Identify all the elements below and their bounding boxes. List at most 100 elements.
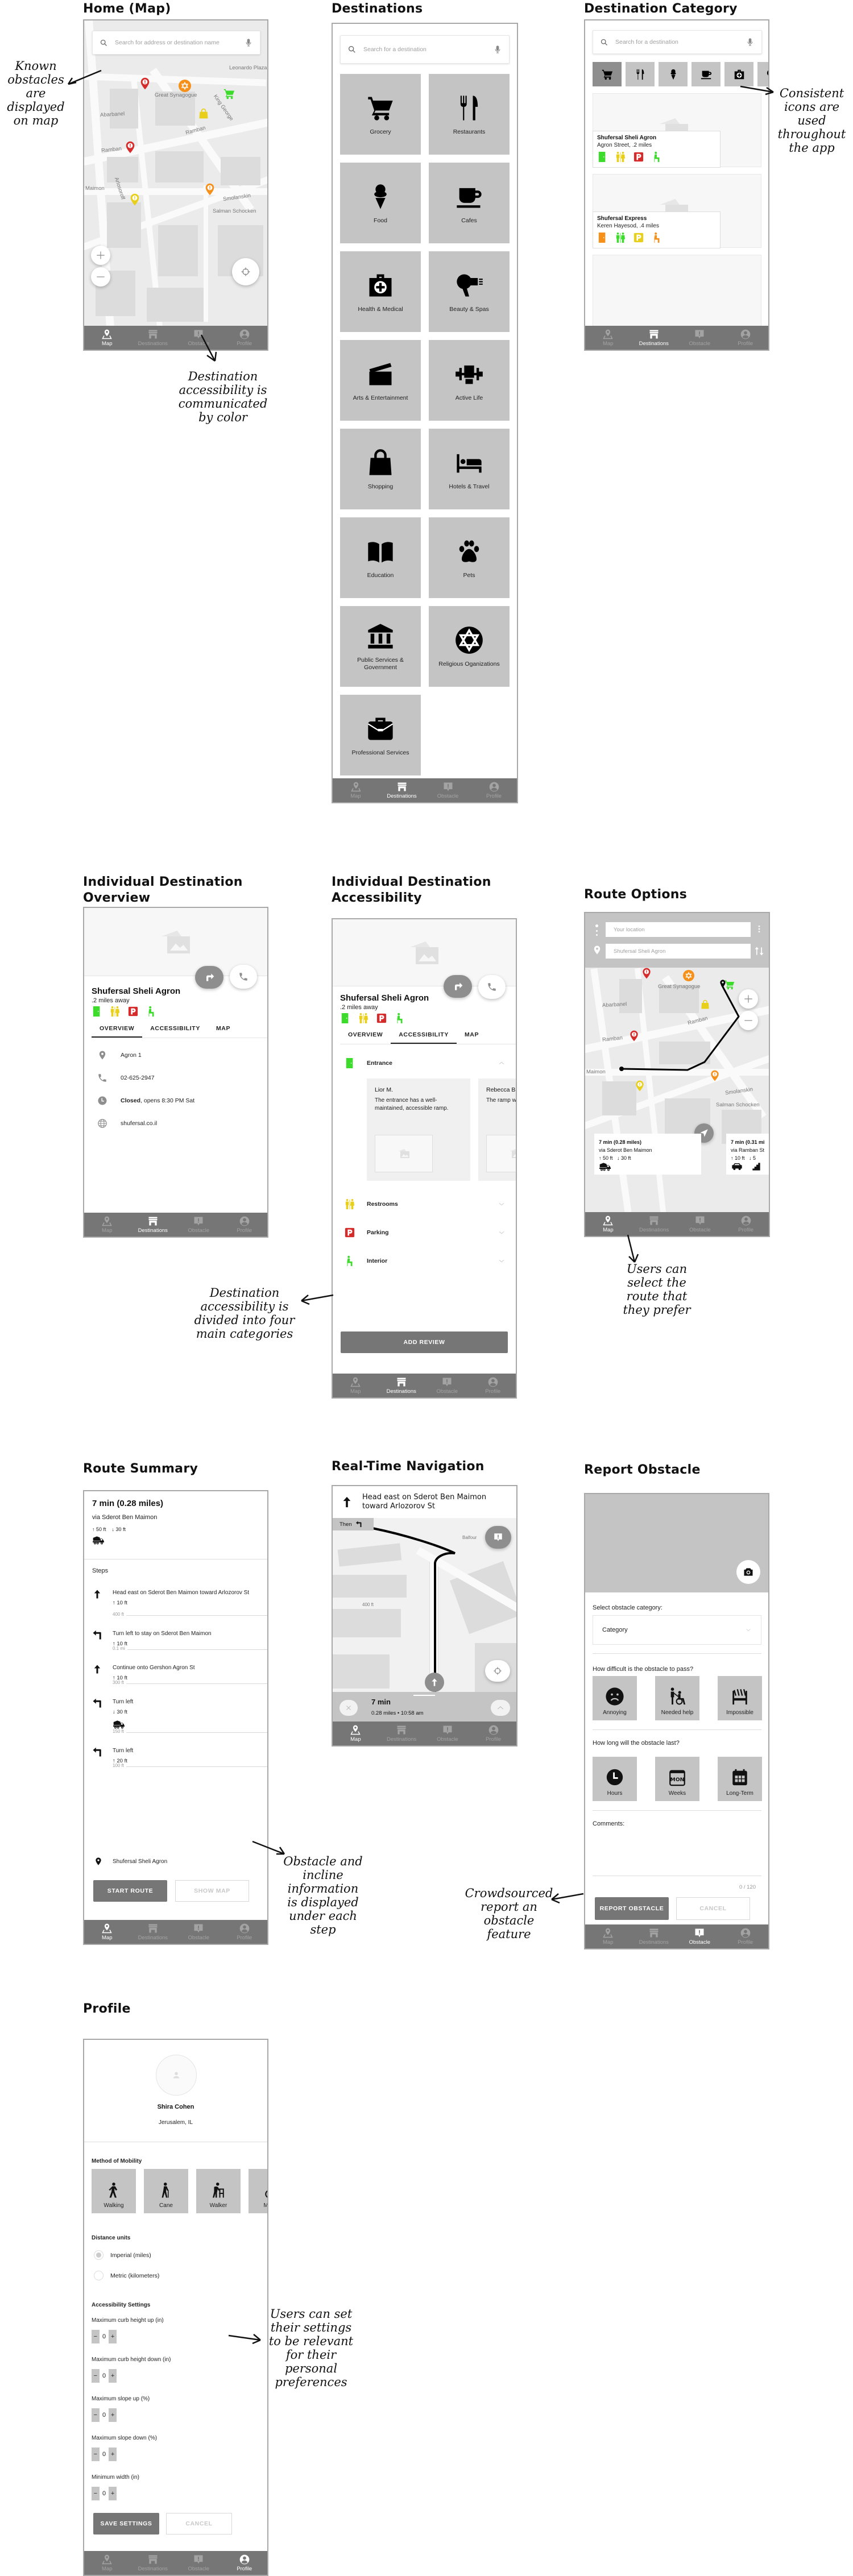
destination-result-card[interactable]: Shufersal Sheli Agron Agron Street, .2 m…: [593, 93, 761, 168]
website-link[interactable]: shufersal.co.il: [121, 1120, 157, 1127]
recenter-button[interactable]: [485, 1660, 510, 1682]
nav-item-map[interactable]: Map: [84, 1213, 130, 1237]
nav-item-destinations[interactable]: Destinations: [130, 2551, 176, 2575]
stepper-value[interactable]: 0: [99, 2448, 109, 2461]
route-step[interactable]: Turn left ↑ 20 ft: [84, 1747, 267, 1793]
review-card[interactable]: Lior M. The entrance has a well-maintain…: [367, 1078, 470, 1181]
category-chip[interactable]: [593, 62, 622, 86]
nav-item-profile[interactable]: Profile: [723, 1924, 769, 1948]
nav-item-map[interactable]: Map: [585, 326, 631, 350]
origin-input[interactable]: Your location: [606, 922, 751, 937]
nav-item-obstacle[interactable]: Obstacle: [176, 2551, 222, 2575]
category-tile[interactable]: Religious Oganizations: [429, 606, 510, 687]
zoom-in-button[interactable]: [91, 246, 110, 265]
stepper-value[interactable]: 0: [99, 2330, 109, 2343]
increment-button[interactable]: +: [109, 2451, 117, 2458]
more-options-icon[interactable]: [755, 923, 764, 935]
nav-item-obstacle[interactable]: Obstacle: [424, 1374, 470, 1397]
nav-item-map[interactable]: Map: [84, 2551, 130, 2575]
accessibility-section-restrooms[interactable]: Restrooms: [333, 1197, 516, 1212]
mobility-walking[interactable]: Walking: [92, 2169, 136, 2213]
camera-button[interactable]: [736, 1560, 760, 1584]
nav-item-profile[interactable]: Profile: [723, 1212, 769, 1236]
radio-button[interactable]: [94, 2271, 103, 2280]
tab-map[interactable]: MAP: [457, 1027, 487, 1044]
website-row[interactable]: shufersal.co.il: [84, 1118, 267, 1129]
category-tile[interactable]: Public Services & Government: [340, 606, 421, 687]
zoom-out-button[interactable]: [91, 267, 110, 287]
radio-button[interactable]: [94, 2250, 103, 2260]
expand-panel-button[interactable]: [491, 1700, 510, 1716]
route-step[interactable]: Turn left ↓ 30 ft: [84, 1698, 267, 1744]
nav-item-profile[interactable]: Profile: [470, 1374, 516, 1397]
swap-direction-icon[interactable]: [753, 945, 765, 957]
decrement-button[interactable]: −: [92, 2490, 100, 2497]
category-tile[interactable]: Restaurants: [429, 74, 510, 155]
search-input[interactable]: Search for address or destination name: [115, 39, 244, 46]
setting-stepper[interactable]: −0 +: [92, 2487, 117, 2500]
category-tile[interactable]: Shopping: [340, 429, 421, 509]
obstacle-marker-red[interactable]: [125, 141, 135, 154]
review-photo[interactable]: [486, 1135, 516, 1172]
synagogue-marker[interactable]: [179, 80, 191, 92]
destinations-search-bar[interactable]: Search for a destination: [340, 35, 510, 64]
decrement-button[interactable]: −: [92, 2451, 100, 2458]
nav-item-destinations[interactable]: Destinations: [130, 1920, 176, 1944]
directions-button[interactable]: [444, 975, 472, 998]
stepper-value[interactable]: 0: [99, 2369, 109, 2383]
call-button[interactable]: [230, 965, 257, 989]
nav-item-map[interactable]: Map: [333, 778, 379, 802]
tab-accessibility[interactable]: ACCESSIBILITY: [391, 1027, 457, 1044]
category-chip[interactable]: [691, 62, 721, 86]
destination-result-card[interactable]: [593, 255, 761, 329]
mobility-cane[interactable]: Cane: [144, 2169, 188, 2213]
obstacle-marker-orange[interactable]: [205, 183, 215, 196]
tab-overview[interactable]: OVERVIEW: [340, 1027, 391, 1044]
grocery-marker[interactable]: [724, 979, 735, 990]
increment-button[interactable]: +: [109, 2333, 117, 2340]
option-impossible[interactable]: Impossible: [718, 1676, 762, 1720]
option-needed-help[interactable]: Needed help: [655, 1676, 699, 1720]
accessibility-section-entrance[interactable]: Entrance: [333, 1056, 516, 1071]
search-input[interactable]: Search for a destination: [615, 39, 746, 45]
home-map[interactable]: Leonardo Plaza Great Synagogue King Geor…: [84, 20, 267, 326]
nav-item-destinations[interactable]: Destinations: [631, 326, 677, 350]
setting-stepper[interactable]: −0 +: [92, 2408, 117, 2422]
report-obstacle-button[interactable]: REPORT OBSTACLE: [595, 1897, 669, 1920]
setting-stepper[interactable]: −0 +: [92, 2330, 117, 2343]
microphone-icon[interactable]: [244, 38, 253, 48]
decrement-button[interactable]: −: [92, 2372, 100, 2379]
nav-item-profile[interactable]: Profile: [222, 326, 268, 350]
phone-row[interactable]: 02-625-2947: [84, 1073, 267, 1083]
category-tile[interactable]: Grocery: [340, 74, 421, 155]
category-chip[interactable]: [659, 62, 688, 86]
synagogue-marker[interactable]: [683, 970, 694, 981]
nav-item-obstacle[interactable]: Obstacle: [425, 1722, 471, 1745]
add-review-button[interactable]: ADD REVIEW: [341, 1331, 508, 1353]
setting-stepper[interactable]: −0 +: [92, 2369, 117, 2383]
destination-result-card[interactable]: Shufersal Express Keren Hayesod, .4 mile…: [593, 174, 761, 248]
setting-stepper[interactable]: −0 +: [92, 2448, 117, 2461]
call-button[interactable]: [478, 975, 506, 999]
nav-item-obstacle[interactable]: Obstacle: [176, 1213, 222, 1237]
save-settings-button[interactable]: SAVE SETTINGS: [93, 2513, 159, 2534]
category-tile[interactable]: Hotels & Travel: [429, 429, 510, 509]
nav-item-obstacle[interactable]: Obstacle: [425, 778, 471, 802]
units-radio-imperial[interactable]: Imperial (miles): [94, 2250, 151, 2260]
nav-item-destinations[interactable]: Destinations: [130, 1213, 176, 1237]
mobility-manu[interactable]: Manu: [249, 2169, 267, 2213]
nav-item-profile[interactable]: Profile: [222, 1213, 268, 1237]
category-tile[interactable]: Food: [340, 163, 421, 243]
nav-item-obstacle[interactable]: Obstacle: [677, 1924, 723, 1948]
nav-item-map[interactable]: Map: [333, 1374, 379, 1397]
shopping-marker[interactable]: [198, 108, 209, 119]
zoom-in-button[interactable]: [739, 989, 758, 1009]
category-chip[interactable]: [626, 62, 655, 86]
nav-item-obstacle[interactable]: Obstacle: [677, 326, 723, 350]
option-weeks[interactable]: Weeks: [655, 1757, 699, 1801]
drag-handle[interactable]: [413, 1695, 435, 1696]
cancel-settings-button[interactable]: CANCEL: [166, 2513, 232, 2534]
route-step[interactable]: Head east on Sderot Ben Maimon toward Ar…: [84, 1589, 267, 1635]
obstacle-marker-red[interactable]: [642, 968, 651, 979]
nav-item-destinations[interactable]: Destinations: [130, 326, 176, 350]
